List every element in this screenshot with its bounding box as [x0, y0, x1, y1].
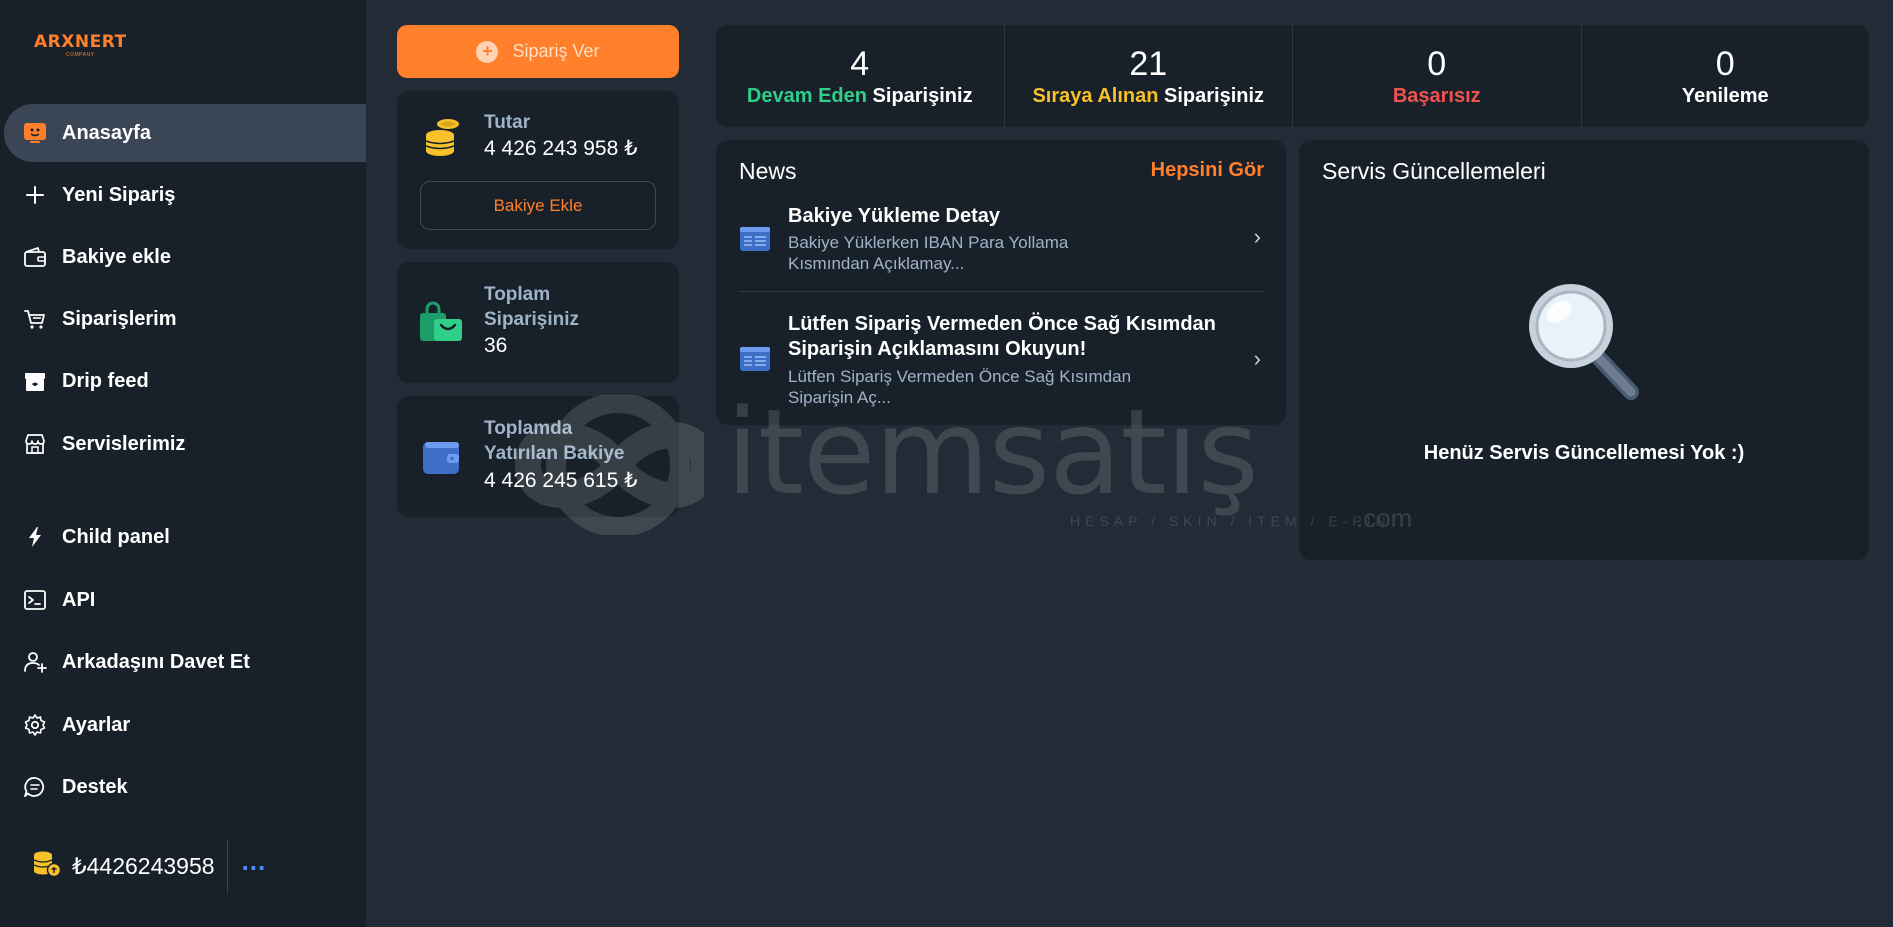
total-deposit-card: Toplamda Yatırılan Bakiye 4 426 245 615 … [397, 396, 679, 517]
stat-number: 0 [1715, 44, 1735, 83]
service-updates-panel: Servis Güncellemeleri Henüz Servis Günce… [1299, 140, 1869, 560]
card-title-line1: Toplamda [484, 418, 573, 439]
chat-icon [22, 774, 48, 800]
stat-label: Başarısız [1393, 85, 1481, 108]
news-item-description: Lütfen Sipariş Vermeden Önce Sağ Kısımda… [788, 367, 1132, 407]
service-updates-title: Servis Güncellemeleri [1322, 158, 1546, 184]
stat-label-highlight: Başarısız [1392, 84, 1481, 107]
card-title-line1: Toplam [484, 284, 551, 305]
wallet-icon [22, 244, 48, 270]
news-item[interactable]: Lütfen Sipariş Vermeden Önce Sağ Kısımda… [739, 312, 1265, 412]
stat-label: Yenileme [1682, 85, 1769, 108]
sidebar-item-api[interactable]: API [4, 571, 366, 629]
sidebar-item-arkadasini-davet-et[interactable]: Arkadaşını Davet Et [4, 633, 366, 691]
see-all-link[interactable]: Hepsini Gör [1151, 159, 1264, 182]
sidebar-item-label: Servislerimiz [62, 432, 186, 455]
plus-icon [22, 182, 48, 208]
divider [739, 291, 1265, 292]
card-value: 4 426 245 615 ₺ [484, 469, 638, 492]
sidebar-item-label: API [62, 588, 96, 611]
news-item[interactable]: Bakiye Yükleme Detay Bakiye Yüklerken IB… [739, 204, 1265, 274]
chevron-right-icon: › [1253, 346, 1261, 371]
coins-stack-icon [422, 117, 462, 164]
gear-icon [22, 712, 48, 738]
stat-label-highlight: Devam Eden [746, 84, 867, 107]
card-value: 36 [484, 334, 508, 357]
stat-failed: 0 Başarısız [1293, 25, 1582, 127]
chevron-right-icon: › [1253, 224, 1261, 249]
newspaper-icon [739, 226, 771, 257]
stat-label: Devam Eden Siparişiniz [747, 85, 973, 108]
divider [226, 839, 228, 893]
news-item-title: Lütfen Sipariş Vermeden Önce Sağ Kısımda… [788, 313, 1216, 360]
sidebar: ARXNERT COMPANY Anasayfa Yeni Sipariş Ba… [0, 0, 366, 927]
stat-label: Sıraya Alınan Siparişiniz [1032, 85, 1264, 108]
sidebar-item-label: Arkadaşını Davet Et [62, 650, 250, 673]
order-button-label: Sipariş Ver [512, 41, 600, 61]
brand-logo[interactable]: ARXNERT COMPANY [34, 32, 144, 68]
more-options-icon[interactable]: ... [242, 848, 267, 876]
order-button[interactable]: + Sipariş Ver [397, 25, 679, 78]
sidebar-item-servislerimiz[interactable]: Servislerimiz [4, 415, 366, 473]
sidebar-item-child-panel[interactable]: Child panel [4, 508, 366, 566]
stat-label-rest: Siparişiniz [1158, 84, 1265, 107]
sidebar-item-drip-feed[interactable]: Drip feed [4, 352, 366, 410]
sidebar-item-siparislerim[interactable]: Siparişlerim [4, 290, 366, 348]
card-title: Tutar [484, 112, 531, 133]
stat-number: 4 [850, 44, 870, 83]
news-item-title: Bakiye Yükleme Detay [788, 205, 1000, 227]
service-updates-empty-message: Henüz Servis Güncellemesi Yok :) [1423, 442, 1745, 464]
sidebar-item-label: Yeni Sipariş [62, 183, 176, 206]
sidebar-item-ayarlar[interactable]: Ayarlar [4, 696, 366, 754]
sidebar-item-label: Drip feed [62, 369, 149, 392]
news-panel: News Hepsini Gör Bakiye Yükleme Detay Ba… [716, 140, 1286, 425]
sidebar-item-label: Bakiye ekle [62, 245, 171, 268]
logo-text: ARXNERT [34, 32, 127, 52]
home-monitor-icon [22, 120, 48, 146]
total-orders-card: Toplam Siparişiniz 36 [397, 262, 679, 383]
cart-icon [22, 306, 48, 332]
card-title-line2: Siparişiniz [484, 309, 580, 330]
lightning-icon [22, 524, 48, 550]
sidebar-item-label: Siparişlerim [62, 307, 177, 330]
sidebar-item-bakiye-ekle[interactable]: Bakiye ekle [4, 228, 366, 286]
card-value: 4 426 243 958 ₺ [484, 137, 638, 160]
sidebar-item-label: Child panel [62, 525, 170, 548]
sidebar-item-label: Destek [62, 775, 128, 798]
sidebar-balance-amount: ₺4426243958 [72, 852, 215, 879]
terminal-icon [22, 587, 48, 613]
newspaper-icon [739, 346, 771, 377]
add-user-icon [22, 649, 48, 675]
gift-box-icon [22, 368, 48, 394]
stat-in-progress: 4 Devam Eden Siparişiniz [716, 25, 1005, 127]
sidebar-item-destek[interactable]: Destek [4, 758, 366, 816]
order-stats: 4 Devam Eden Siparişiniz 21 Sıraya Alına… [716, 25, 1869, 127]
news-title: News [739, 158, 797, 184]
plus-circle-icon: + [476, 40, 499, 63]
magnifying-glass-icon [1521, 276, 1649, 409]
stat-number: 0 [1427, 44, 1447, 83]
stat-queued: 21 Sıraya Alınan Siparişiniz [1005, 25, 1293, 127]
add-balance-button[interactable]: Bakiye Ekle [420, 181, 656, 230]
stat-number: 21 [1129, 44, 1168, 83]
stat-label-rest: Siparişiniz [866, 84, 973, 107]
news-item-description: Bakiye Yüklerken IBAN Para Yollama Kısmı… [788, 233, 1069, 273]
coins-icon [32, 850, 62, 883]
logo-subtext: COMPANY [66, 52, 95, 58]
shopping-bag-icon [418, 301, 466, 348]
sidebar-balance: ₺4426243958 ... [32, 839, 267, 893]
stat-refill: 0 Yenileme [1582, 25, 1870, 127]
card-title-line2: Yatırılan Bakiye [484, 443, 625, 464]
stat-label-rest: Yenileme [1681, 84, 1769, 107]
stat-label-highlight: Sıraya Alınan [1032, 84, 1159, 107]
amount-card: Tutar 4 426 243 958 ₺ Bakiye Ekle [397, 91, 679, 249]
sidebar-item-label: Anasayfa [62, 121, 151, 144]
sidebar-item-yeni-siparis[interactable]: Yeni Sipariş [4, 166, 366, 224]
sidebar-item-label: Ayarlar [62, 713, 131, 736]
wallet-icon [421, 439, 461, 480]
sidebar-item-anasayfa[interactable]: Anasayfa [4, 104, 366, 162]
store-icon [22, 431, 48, 457]
